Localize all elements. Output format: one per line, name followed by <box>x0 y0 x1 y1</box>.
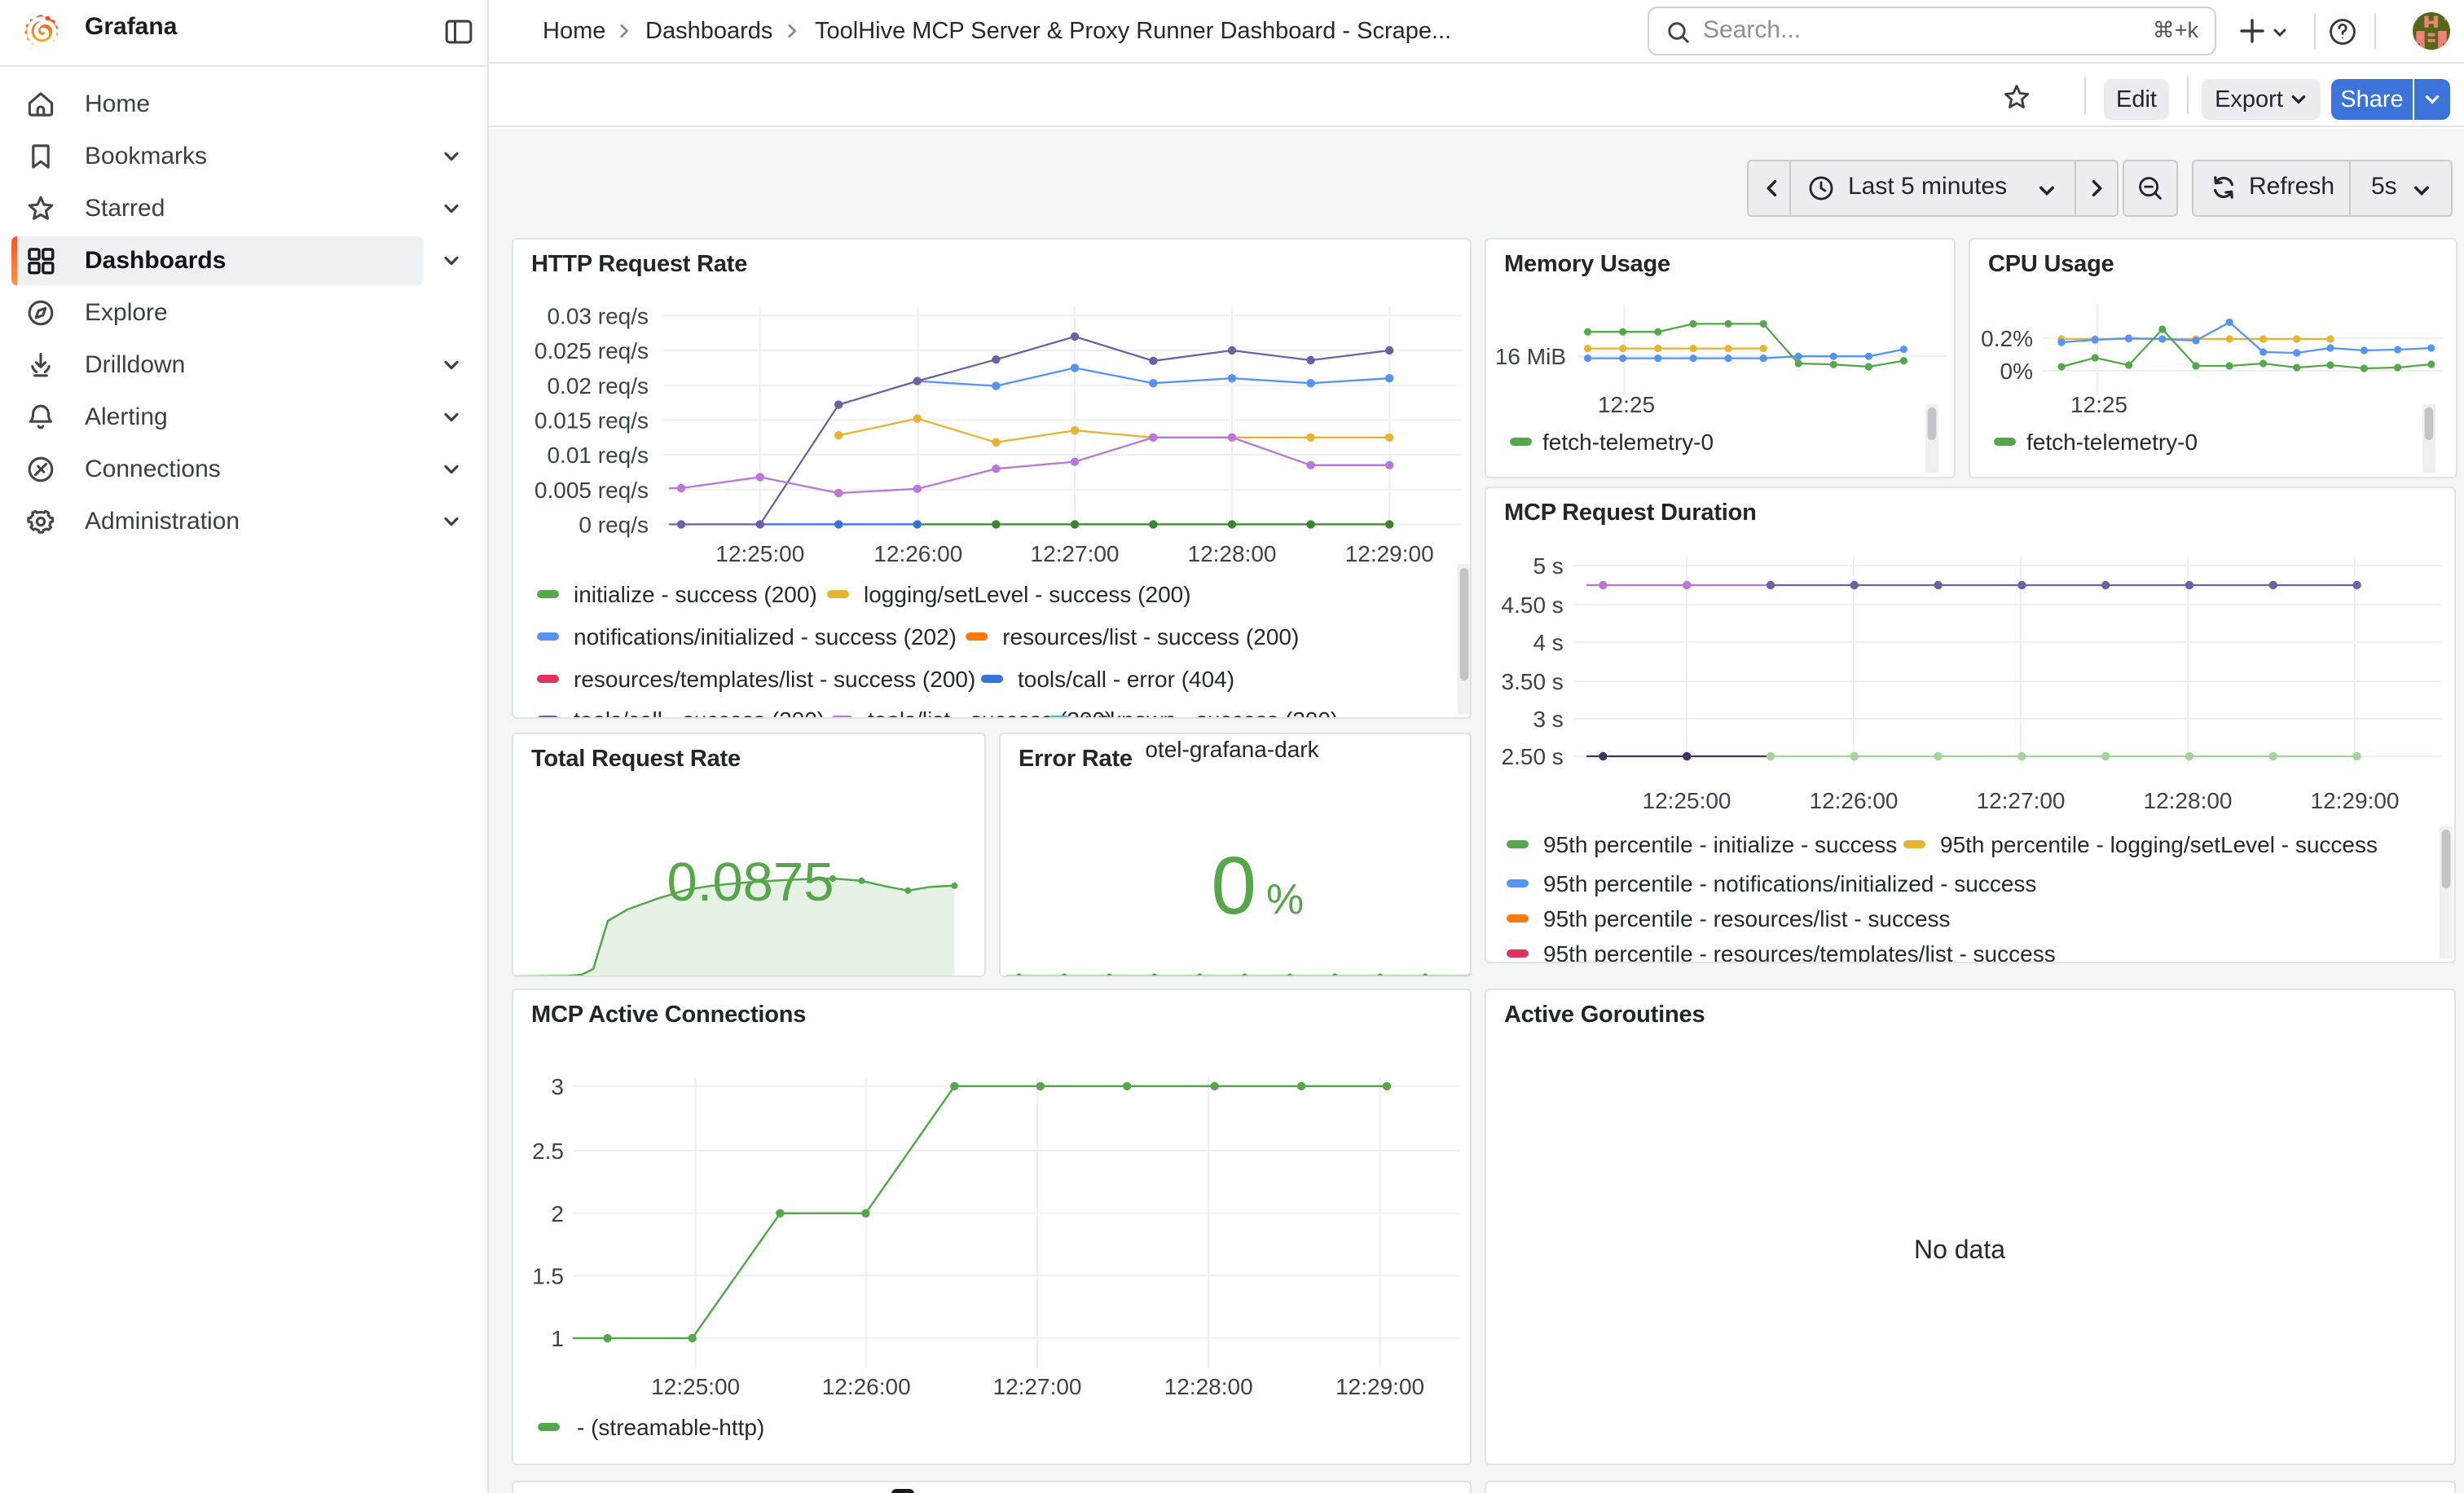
svg-text:0: 0 <box>1211 840 1256 931</box>
svg-text:12:26:00: 12:26:00 <box>822 1374 911 1399</box>
svg-text:12:27:00: 12:27:00 <box>1031 541 1120 566</box>
svg-text:resources/list - success (200): resources/list - success (200) <box>1002 624 1299 650</box>
svg-text:initialize - success (200): initialize - success (200) <box>574 582 817 607</box>
svg-text:tools/call - error (404): tools/call - error (404) <box>1018 667 1234 692</box>
svg-text:12:28:00: 12:28:00 <box>1164 1374 1253 1399</box>
svg-text:0.2%: 0.2% <box>1981 326 2033 351</box>
svg-text:3.50 s: 3.50 s <box>1502 669 1564 694</box>
svg-text:12:29:00: 12:29:00 <box>1345 541 1434 566</box>
svg-text:resources/templates/list - suc: resources/templates/list - success (200) <box>574 667 975 692</box>
svg-text:2.5: 2.5 <box>532 1138 564 1164</box>
svg-text:12:29:00: 12:29:00 <box>2311 788 2400 813</box>
svg-text:0.03 req/s: 0.03 req/s <box>547 303 649 328</box>
svg-text:12:25: 12:25 <box>1598 392 1655 417</box>
svg-text:95th percentile - resources/li: 95th percentile - resources/list - succe… <box>1543 906 1951 931</box>
svg-text:0.0875: 0.0875 <box>667 852 834 913</box>
svg-text:12:27:00: 12:27:00 <box>1977 788 2066 813</box>
svg-text:unknown - success (200): unknown - success (200) <box>1085 707 1338 719</box>
svg-text:- (streamable-http): - (streamable-http) <box>577 1415 764 1440</box>
svg-text:95th percentile - logging/setL: 95th percentile - logging/setLevel - suc… <box>1940 832 2378 857</box>
svg-text:1: 1 <box>551 1326 564 1351</box>
svg-text:4 s: 4 s <box>1533 630 1563 655</box>
svg-text:0.025 req/s: 0.025 req/s <box>535 338 649 363</box>
svg-text:12:25:00: 12:25:00 <box>1643 788 1731 813</box>
svg-text:notifications/initialized - su: notifications/initialized - success (202… <box>574 624 957 650</box>
svg-text:3 s: 3 s <box>1533 707 1563 732</box>
svg-text:12:25: 12:25 <box>2070 392 2127 417</box>
svg-text:12:27:00: 12:27:00 <box>993 1374 1082 1399</box>
svg-text:95th percentile - notification: 95th percentile - notifications/initiali… <box>1543 871 2036 896</box>
svg-text:4.50 s: 4.50 s <box>1502 592 1564 618</box>
svg-text:0 req/s: 0 req/s <box>579 512 649 537</box>
svg-text:12:25:00: 12:25:00 <box>651 1374 740 1399</box>
svg-text:12:28:00: 12:28:00 <box>2144 788 2233 813</box>
svg-text:5 s: 5 s <box>1533 553 1563 579</box>
svg-text:12:26:00: 12:26:00 <box>873 541 962 566</box>
svg-text:0.02 req/s: 0.02 req/s <box>547 373 649 399</box>
svg-text:fetch-telemetry-0: fetch-telemetry-0 <box>2026 429 2198 455</box>
svg-text:12:26:00: 12:26:00 <box>1810 788 1899 813</box>
svg-text:tools/list - success (200): tools/list - success (200) <box>868 707 1112 719</box>
svg-text:95th percentile - initialize -: 95th percentile - initialize - success <box>1543 832 1897 857</box>
svg-text:1.5: 1.5 <box>532 1263 564 1288</box>
svg-text:2.50 s: 2.50 s <box>1502 744 1564 769</box>
svg-text:tools/call - success (200): tools/call - success (200) <box>574 707 825 719</box>
svg-text:0.01 req/s: 0.01 req/s <box>547 443 649 468</box>
svg-text:16 MiB: 16 MiB <box>1495 344 1566 369</box>
svg-text:95th percentile - resources/te: 95th percentile - resources/templates/li… <box>1543 941 2056 963</box>
svg-text:12:25:00: 12:25:00 <box>715 541 804 566</box>
svg-text:0.015 req/s: 0.015 req/s <box>535 407 649 433</box>
svg-text:fetch-telemetry-0: fetch-telemetry-0 <box>1542 429 1714 455</box>
svg-text:otel-grafana-dark: otel-grafana-dark <box>1145 737 1319 762</box>
svg-text:%: % <box>1266 876 1304 923</box>
svg-text:2: 2 <box>551 1201 564 1227</box>
svg-text:3: 3 <box>551 1074 564 1099</box>
svg-text:0%: 0% <box>2000 359 2033 384</box>
svg-text:12:29:00: 12:29:00 <box>1335 1374 1424 1399</box>
svg-text:12:28:00: 12:28:00 <box>1188 541 1277 566</box>
svg-text:logging/setLevel - success (20: logging/setLevel - success (200) <box>864 582 1191 607</box>
svg-text:0.005 req/s: 0.005 req/s <box>535 478 649 503</box>
